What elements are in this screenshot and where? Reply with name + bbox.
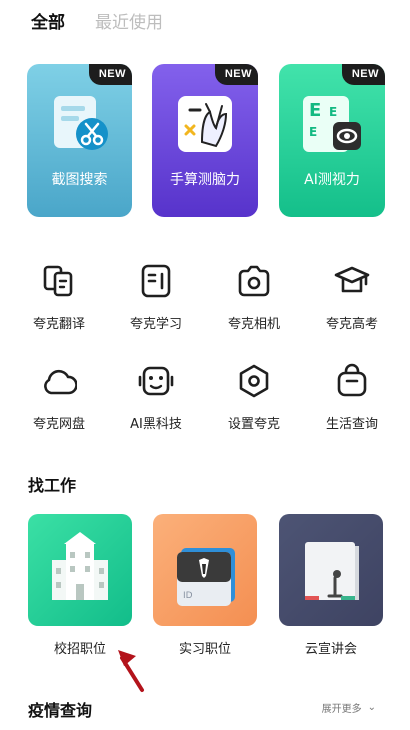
eye-chart-icon: E E E <box>303 96 361 152</box>
featured-card-label: AI测视力 <box>304 172 360 188</box>
featured-card-label: 截图搜索 <box>51 172 108 188</box>
robot-icon <box>138 366 174 396</box>
translate-icon <box>43 265 73 297</box>
annotation-arrow-icon <box>118 650 144 692</box>
tool-settings[interactable]: 设置夸克 <box>212 363 296 432</box>
job-label: 实习职位 <box>178 642 231 657</box>
new-badge: NEW <box>214 64 258 85</box>
new-badge: NEW <box>88 64 132 85</box>
tool-label: 夸克学习 <box>129 317 182 332</box>
screenshot-search-icon <box>53 96 108 150</box>
tool-cloud-drive[interactable]: 夸克网盘 <box>17 363 101 432</box>
job-label: 云宣讲会 <box>304 642 357 657</box>
tool-camera[interactable]: 夸克相机 <box>212 263 296 332</box>
cloud-icon <box>44 369 78 395</box>
expand-more-label: 展开更多 <box>321 704 362 715</box>
tool-ai-tech[interactable]: AI黑科技 <box>114 363 198 432</box>
tool-label: 夸克相机 <box>227 317 280 332</box>
bag-icon <box>337 363 367 397</box>
svg-text:E: E <box>309 125 317 139</box>
tool-translate[interactable]: 夸克翻译 <box>17 263 101 332</box>
job-online-seminar[interactable]: 云宣讲会 <box>279 514 383 657</box>
job-tile: ID <box>153 514 257 626</box>
svg-text:E: E <box>309 100 321 121</box>
featured-card-mental-math[interactable]: NEW 手算测脑力 <box>152 64 258 217</box>
svg-text:ID: ID <box>183 591 193 601</box>
tool-label: 设置夸克 <box>227 417 280 432</box>
section-title-epidemic: 疫情查询 <box>28 701 93 720</box>
svg-text:E: E <box>329 105 337 119</box>
job-internship[interactable]: ID 实习职位 <box>153 514 257 657</box>
campus-building-icon <box>52 532 108 600</box>
job-tile <box>28 514 132 626</box>
featured-card-ai-eye-test[interactable]: NEW E E E AI测视力 <box>279 64 385 217</box>
tab-all[interactable]: 全部 <box>31 8 65 33</box>
hand-calculation-icon <box>178 96 232 152</box>
tool-label: 夸克网盘 <box>32 417 85 432</box>
tool-gaokao[interactable]: 夸克高考 <box>310 263 394 332</box>
tab-recent[interactable]: 最近使用 <box>95 8 163 33</box>
settings-icon <box>239 364 269 398</box>
tool-label: AI黑科技 <box>130 417 182 432</box>
expand-more-button[interactable]: 展开更多 ⌄ <box>322 700 376 715</box>
tool-study[interactable]: 夸克学习 <box>114 263 198 332</box>
featured-card-label: 手算测脑力 <box>170 172 240 188</box>
tool-label: 生活查询 <box>325 417 378 432</box>
featured-card-screenshot-search[interactable]: NEW 截图搜索 <box>27 64 132 217</box>
new-badge: NEW <box>341 64 385 85</box>
job-campus-recruitment[interactable]: 校招职位 <box>28 514 132 657</box>
graduation-cap-icon <box>334 266 370 293</box>
tool-label: 夸克翻译 <box>32 317 85 332</box>
section-title-jobs: 找工作 <box>28 476 77 495</box>
tool-label: 夸克高考 <box>325 317 378 332</box>
category-tabs: 全部 最近使用 <box>31 8 163 33</box>
board-icon <box>305 542 359 600</box>
tool-life-query[interactable]: 生活查询 <box>310 363 394 432</box>
chevron-down-icon: ⌄ <box>367 702 376 713</box>
camera-icon <box>238 265 270 297</box>
job-tile <box>279 514 383 626</box>
id-card-icon: ID <box>177 548 235 606</box>
study-icon <box>141 264 171 298</box>
